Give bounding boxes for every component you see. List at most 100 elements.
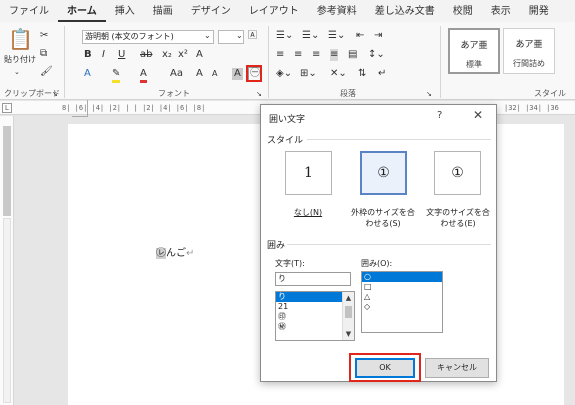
caption-line: わせる(E)	[440, 219, 476, 228]
ok-button-highlight	[349, 353, 421, 382]
tab-10[interactable]: 開発	[520, 2, 558, 22]
styles-group-label: スタイル	[534, 89, 566, 98]
shading-icon[interactable]: ◈⌄	[276, 68, 292, 80]
subscript-icon[interactable]: x₂	[162, 49, 172, 61]
document-text[interactable]: ㋹んご↵	[156, 244, 194, 259]
copy-icon[interactable]: ⧉	[40, 48, 47, 60]
document-text-rest: んご	[166, 248, 186, 259]
justify-icon[interactable]: ≡	[330, 49, 339, 61]
text-field-label: 文字(T):	[275, 259, 305, 268]
tab-6[interactable]: 参考資料	[308, 2, 366, 22]
paragraph-group-label: 段落	[340, 89, 356, 98]
format-painter-icon[interactable]: 🖌	[40, 66, 53, 78]
increase-indent-icon[interactable]: ⇥	[374, 30, 382, 42]
list-item[interactable]: ◇	[362, 302, 442, 312]
style-preview: あア亜	[515, 40, 543, 50]
bullets-icon[interactable]: ☰⌄	[276, 30, 293, 42]
cancel-button[interactable]: キャンセル	[425, 358, 489, 378]
text-input[interactable]: り	[275, 272, 351, 286]
underline-icon[interactable]: U	[118, 49, 125, 61]
vertical-ruler-body	[3, 218, 11, 403]
caption-line: 外枠のサイズを合	[351, 208, 415, 217]
cut-icon[interactable]: ✂	[40, 30, 48, 42]
style-none-button[interactable]: 1	[285, 151, 332, 195]
ribbon-home: 📋 貼り付け ⌄ ✂ ⧉ 🖌 クリップボード ↘ 游明朝 (本文のフォント) ⌄…	[0, 22, 575, 100]
italic-icon[interactable]: I	[102, 49, 105, 61]
style-preview: あア亜	[460, 41, 488, 51]
scrollbar[interactable]: ▲ ▼	[342, 292, 354, 340]
list-item[interactable]: △	[362, 292, 442, 302]
scroll-thumb[interactable]	[345, 306, 352, 318]
bold-icon[interactable]: B	[84, 49, 92, 61]
style-enlarge-caption: 文字のサイズを合 わせる(E)	[421, 207, 495, 229]
tab-9[interactable]: 表示	[482, 2, 520, 22]
clipboard-launcher-icon[interactable]: ↘	[52, 88, 58, 100]
tab-1[interactable]: ホーム	[58, 2, 106, 22]
numbering-icon[interactable]: ☰⌄	[302, 30, 319, 42]
change-case-icon[interactable]: Aa	[170, 68, 183, 80]
grow-font-icon[interactable]: A	[196, 68, 203, 80]
scroll-up-icon[interactable]: ▲	[343, 292, 354, 304]
paste-dropdown-icon[interactable]: ⌄	[14, 66, 20, 78]
list-item[interactable]: ㊙	[276, 322, 342, 332]
align-left-icon[interactable]: ≡	[276, 49, 284, 61]
crop-mark	[87, 100, 88, 116]
tab-5[interactable]: レイアウト	[240, 2, 308, 22]
font-name-box[interactable]: 游明朝 (本文のフォント)	[82, 30, 214, 44]
multilevel-list-icon[interactable]: ☰⌄	[328, 30, 345, 42]
highlight-color-icon[interactable]: ✎	[112, 68, 121, 83]
list-item[interactable]: り	[276, 292, 342, 302]
superscript-icon[interactable]: x²	[178, 49, 188, 61]
list-item[interactable]: 21	[276, 302, 342, 312]
sort-icon[interactable]: ⇅	[358, 68, 366, 80]
list-item[interactable]: ○	[362, 272, 442, 282]
help-button[interactable]: ?	[437, 110, 442, 121]
phonetic-guide-icon[interactable]: A	[196, 49, 203, 61]
style-name: 標準	[466, 60, 482, 69]
ruler-marks-right: |32| |34| |36	[504, 104, 559, 112]
scroll-down-icon[interactable]: ▼	[343, 328, 354, 340]
tab-7[interactable]: 差し込み文書	[366, 2, 444, 22]
align-center-icon[interactable]: ≡	[294, 49, 302, 61]
style-enlarge-symbol-button[interactable]: ①	[434, 151, 481, 195]
enclosure-list-items: ○ □ △ ◇	[362, 272, 442, 312]
caption-line: 文字のサイズを合	[426, 208, 490, 217]
font-size-dropdown-icon[interactable]: ⌄	[236, 30, 243, 42]
align-right-icon[interactable]: ≡	[312, 49, 320, 61]
clear-format-icon[interactable]: 🄰	[248, 30, 257, 42]
tab-0[interactable]: ファイル	[0, 2, 58, 22]
style-shrink-caption: 外枠のサイズを合 わせる(S)	[347, 207, 419, 229]
tab-8[interactable]: 校閲	[444, 2, 482, 22]
text-effects-icon[interactable]: A	[84, 68, 91, 80]
tab-selector-icon[interactable]: L	[2, 103, 12, 113]
font-color-icon[interactable]: A	[140, 68, 147, 83]
show-marks-icon[interactable]: ↵	[378, 68, 386, 80]
tab-3[interactable]: 描画	[144, 2, 182, 22]
style-normal[interactable]: あア亜 標準	[448, 28, 500, 74]
close-icon[interactable]: ✕	[473, 108, 483, 122]
decrease-indent-icon[interactable]: ⇤	[356, 30, 364, 42]
distributed-icon[interactable]: ▤	[348, 49, 357, 61]
list-item[interactable]: □	[362, 282, 442, 292]
asian-layout-icon[interactable]: ✕⌄	[330, 68, 347, 80]
style-shrink-text-button[interactable]: ①	[360, 151, 407, 195]
tab-2[interactable]: 挿入	[106, 2, 144, 22]
list-item[interactable]: ㊞	[276, 312, 342, 322]
borders-icon[interactable]: ⊞⌄	[300, 68, 317, 80]
paste-button[interactable]: 貼り付け	[4, 54, 36, 66]
paragraph-launcher-icon[interactable]: ↘	[426, 88, 432, 100]
font-name-dropdown-icon[interactable]: ⌄	[204, 30, 211, 42]
text-list[interactable]: り 21 ㊞㊙ ▲ ▼	[275, 291, 355, 341]
style-no-spacing[interactable]: あア亜 行間詰め	[503, 28, 555, 74]
line-spacing-icon[interactable]: ↕⌄	[368, 49, 385, 61]
tab-4[interactable]: デザイン	[182, 2, 240, 22]
strikethrough-icon[interactable]: ab	[140, 49, 152, 61]
character-shading-icon[interactable]: A	[232, 68, 243, 80]
vertical-ruler[interactable]	[0, 116, 14, 405]
shrink-font-icon[interactable]: A	[212, 68, 217, 80]
font-group-label: フォント	[158, 89, 190, 98]
font-launcher-icon[interactable]: ↘	[256, 88, 262, 100]
enclosure-list[interactable]: ○ □ △ ◇	[361, 271, 443, 333]
paste-icon[interactable]: 📋	[8, 28, 33, 50]
style-name: 行間詰め	[513, 59, 545, 68]
